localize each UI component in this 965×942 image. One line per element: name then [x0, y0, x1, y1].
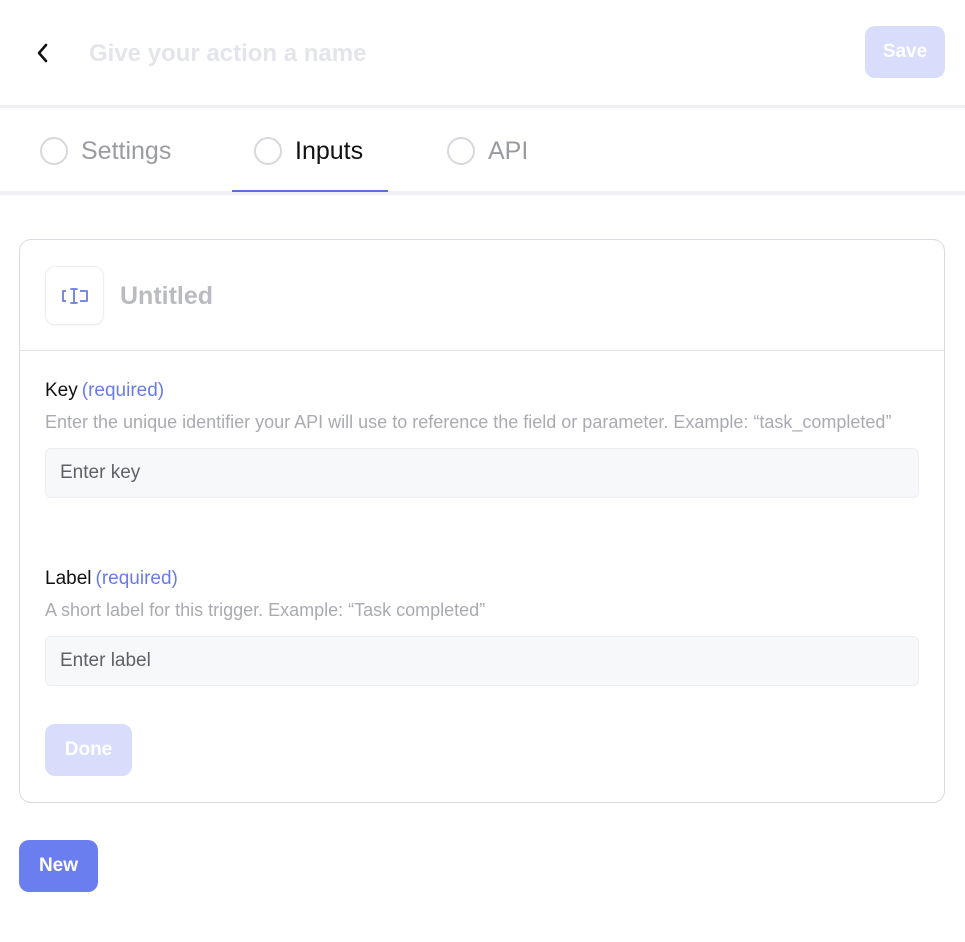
save-button[interactable]: Save	[865, 26, 945, 78]
tab-settings[interactable]: Settings	[40, 111, 171, 191]
input-card: Untitled Key (required) Enter the unique …	[19, 239, 945, 803]
radio-circle-icon	[40, 137, 68, 165]
required-indicator: (required)	[95, 568, 178, 589]
tab-label: Settings	[81, 136, 172, 165]
label-input[interactable]	[45, 636, 919, 686]
key-field: Key (required) Enter the unique identifie…	[45, 380, 919, 498]
back-button[interactable]	[28, 38, 56, 68]
tab-api[interactable]: API	[447, 111, 528, 191]
card-header[interactable]: Untitled	[20, 240, 944, 351]
input-title: Untitled	[120, 282, 214, 310]
tab-inputs[interactable]: Inputs	[232, 111, 388, 192]
radio-circle-icon	[254, 137, 282, 165]
key-label-text: Key	[45, 380, 78, 401]
new-input-button[interactable]: New	[19, 840, 98, 892]
chevron-left-icon	[37, 43, 48, 63]
key-input[interactable]	[45, 448, 919, 498]
label-help-text: A short label for this trigger. Example:…	[45, 600, 486, 620]
required-indicator: (required)	[81, 380, 165, 401]
label-field: Label (required) A short label for this t…	[45, 568, 919, 686]
header-bar: Save	[0, 0, 965, 108]
tab-bar: Settings Inputs API	[0, 111, 965, 195]
action-name-input[interactable]	[89, 36, 789, 72]
key-label: Key (required)	[45, 380, 919, 402]
label-label-text: Label	[45, 568, 92, 589]
tab-label: API	[488, 136, 529, 165]
label-label: Label (required)	[45, 568, 919, 590]
done-button[interactable]: Done	[45, 724, 132, 776]
text-field-cursor-icon	[45, 266, 104, 325]
tab-label: Inputs	[295, 136, 364, 165]
key-help-text: Enter the unique identifier your API wil…	[45, 412, 892, 432]
radio-circle-icon	[447, 137, 475, 165]
